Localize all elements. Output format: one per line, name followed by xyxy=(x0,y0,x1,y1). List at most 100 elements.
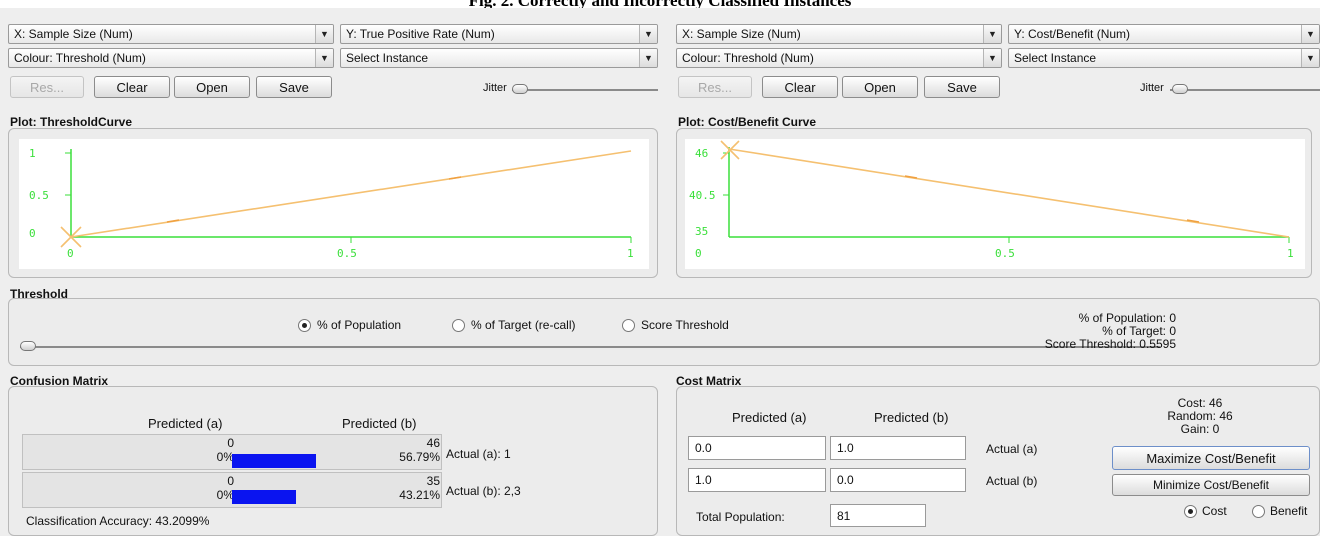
clear-button-right[interactable]: Clear xyxy=(762,76,838,98)
plot-title-left: Plot: ThresholdCurve xyxy=(10,115,133,129)
threshold-option-label: Score Threshold xyxy=(641,318,729,332)
y-axis-select-left[interactable]: Y: True Positive Rate (Num) ▼ xyxy=(340,24,658,44)
cell-percent: 0% xyxy=(216,488,234,502)
cost-aa-field[interactable]: 0.0 xyxy=(688,436,826,460)
open-button-left[interactable]: Open xyxy=(174,76,250,98)
jitter-slider-knob-right[interactable] xyxy=(1172,84,1188,94)
y-axis-select-right-value: Y: Cost/Benefit (Num) xyxy=(1014,27,1131,41)
radio-unselected-icon[interactable] xyxy=(452,318,465,332)
predicted-a-header: Predicted (a) xyxy=(148,416,223,431)
x-axis-select-right[interactable]: X: Sample Size (Num) ▼ xyxy=(676,24,1002,44)
classification-accuracy: Classification Accuracy: 43.2099% xyxy=(26,514,210,528)
cost-benefit-curve-plot[interactable]: 46 40.5 35 0 0.5 1 xyxy=(685,139,1305,269)
cell-percent: 56.79% xyxy=(399,450,440,464)
radio-unselected-icon[interactable] xyxy=(1252,504,1265,518)
x-tick-label: 0 xyxy=(67,247,74,260)
mode-option-benefit[interactable]: Benefit xyxy=(1252,504,1307,518)
x-tick-label: 0.5 xyxy=(995,247,1015,260)
reset-button-left[interactable]: Res... xyxy=(10,76,84,98)
jitter-slider-left[interactable] xyxy=(512,89,658,91)
total-population-label: Total Population: xyxy=(696,510,785,524)
save-button-right[interactable]: Save xyxy=(924,76,1000,98)
jitter-slider-knob-left[interactable] xyxy=(512,84,528,94)
x-tick-label: 1 xyxy=(627,247,634,260)
open-button-right[interactable]: Open xyxy=(842,76,918,98)
mode-option-cost[interactable]: Cost xyxy=(1184,504,1227,518)
radio-selected-icon[interactable] xyxy=(298,318,311,332)
cost-ab-field[interactable]: 1.0 xyxy=(830,436,966,460)
cost-predicted-a-header: Predicted (a) xyxy=(732,410,807,425)
colour-select-left-value: Colour: Threshold (Num) xyxy=(14,51,146,65)
y-tick-label: 1 xyxy=(29,147,36,160)
mode-option-label: Cost xyxy=(1202,504,1227,518)
maximize-cost-benefit-button[interactable]: Maximize Cost/Benefit xyxy=(1112,446,1310,470)
actual-a-label: Actual (a): 1 xyxy=(446,447,511,461)
y-tick-label: 40.5 xyxy=(689,189,716,202)
plot-panel-left: 1 0.5 0 0 0.5 1 xyxy=(8,128,658,278)
minimize-cost-benefit-button[interactable]: Minimize Cost/Benefit xyxy=(1112,474,1310,496)
cell-bb: 35 43.21% xyxy=(360,474,440,502)
chevron-down-icon: ▼ xyxy=(639,25,657,43)
threshold-option-score[interactable]: Score Threshold xyxy=(622,318,729,332)
cost-benefit-curve-line xyxy=(728,148,1290,238)
y-tick-label: 35 xyxy=(695,225,708,238)
score-threshold-stat: Score Threshold: 0.5595 xyxy=(1044,337,1176,351)
select-instance-right[interactable]: Select Instance ▼ xyxy=(1008,48,1320,68)
select-instance-left-value: Select Instance xyxy=(346,51,429,65)
chevron-down-icon: ▼ xyxy=(1301,49,1319,67)
chevron-down-icon: ▼ xyxy=(639,49,657,67)
cost-actual-a-label: Actual (a) xyxy=(986,442,1038,456)
chevron-down-icon: ▼ xyxy=(315,25,333,43)
y-tick-label: 0.5 xyxy=(29,189,49,202)
chevron-down-icon: ▼ xyxy=(1301,25,1319,43)
colour-select-right[interactable]: Colour: Threshold (Num) ▼ xyxy=(676,48,1002,68)
threshold-stats: % of Population: 0 % of Target: 0 Score … xyxy=(1000,312,1176,351)
select-instance-right-value: Select Instance xyxy=(1014,51,1097,65)
reset-button-right[interactable]: Res... xyxy=(678,76,752,98)
select-instance-left[interactable]: Select Instance ▼ xyxy=(340,48,658,68)
cell-aa: 0 0% xyxy=(180,436,234,464)
threshold-option-label: % of Target (re-call) xyxy=(471,318,576,332)
jitter-slider-right[interactable] xyxy=(1170,89,1320,91)
clear-button-left[interactable]: Clear xyxy=(94,76,170,98)
cell-ab-bar xyxy=(232,454,316,468)
cell-count: 46 xyxy=(426,436,440,450)
plot-title-right: Plot: Cost/Benefit Curve xyxy=(678,115,817,129)
chevron-down-icon: ▼ xyxy=(315,49,333,67)
radio-selected-icon[interactable] xyxy=(1184,504,1197,518)
cell-percent: 43.21% xyxy=(399,488,440,502)
chevron-down-icon: ▼ xyxy=(983,49,1001,67)
mode-option-label: Benefit xyxy=(1270,504,1308,518)
threshold-slider-knob[interactable] xyxy=(20,341,36,351)
actual-b-label: Actual (b): 2,3 xyxy=(446,484,521,498)
cell-count: 0 xyxy=(227,436,234,450)
threshold-slider[interactable] xyxy=(20,346,1160,348)
x-tick-label: 0.5 xyxy=(337,247,357,260)
cost-summary: Cost: 46 Random: 46 Gain: 0 xyxy=(1130,397,1270,436)
x-axis-select-left-value: X: Sample Size (Num) xyxy=(14,27,133,41)
colour-select-right-value: Colour: Threshold (Num) xyxy=(682,51,814,65)
cost-bb-field[interactable]: 0.0 xyxy=(830,468,966,492)
curve-point xyxy=(448,176,462,180)
x-tick-label: 0 xyxy=(695,247,702,260)
x-tick-label: 1 xyxy=(1287,247,1294,260)
x-axis-select-left[interactable]: X: Sample Size (Num) ▼ xyxy=(8,24,334,44)
y-axis-select-left-value: Y: True Positive Rate (Num) xyxy=(346,27,495,41)
threshold-option-population[interactable]: % of Population xyxy=(298,318,401,332)
cost-ba-field[interactable]: 1.0 xyxy=(688,468,826,492)
colour-select-left[interactable]: Colour: Threshold (Num) ▼ xyxy=(8,48,334,68)
threshold-option-label: % of Population xyxy=(317,318,402,332)
curve-point xyxy=(166,219,180,223)
y-axis-select-right[interactable]: Y: Cost/Benefit (Num) ▼ xyxy=(1008,24,1320,44)
threshold-curve-line xyxy=(70,150,632,238)
x-axis-select-right-value: X: Sample Size (Num) xyxy=(682,27,801,41)
radio-unselected-icon[interactable] xyxy=(622,318,635,332)
threshold-option-target[interactable]: % of Target (re-call) xyxy=(452,318,575,332)
plot-panel-right: 46 40.5 35 0 0.5 1 xyxy=(676,128,1312,278)
cell-count: 35 xyxy=(426,474,440,488)
total-population-field[interactable]: 81 xyxy=(830,504,926,527)
predicted-b-header: Predicted (b) xyxy=(342,416,417,431)
save-button-left[interactable]: Save xyxy=(256,76,332,98)
threshold-curve-plot[interactable]: 1 0.5 0 0 0.5 1 xyxy=(19,139,649,269)
cost-actual-b-label: Actual (b) xyxy=(986,474,1038,488)
